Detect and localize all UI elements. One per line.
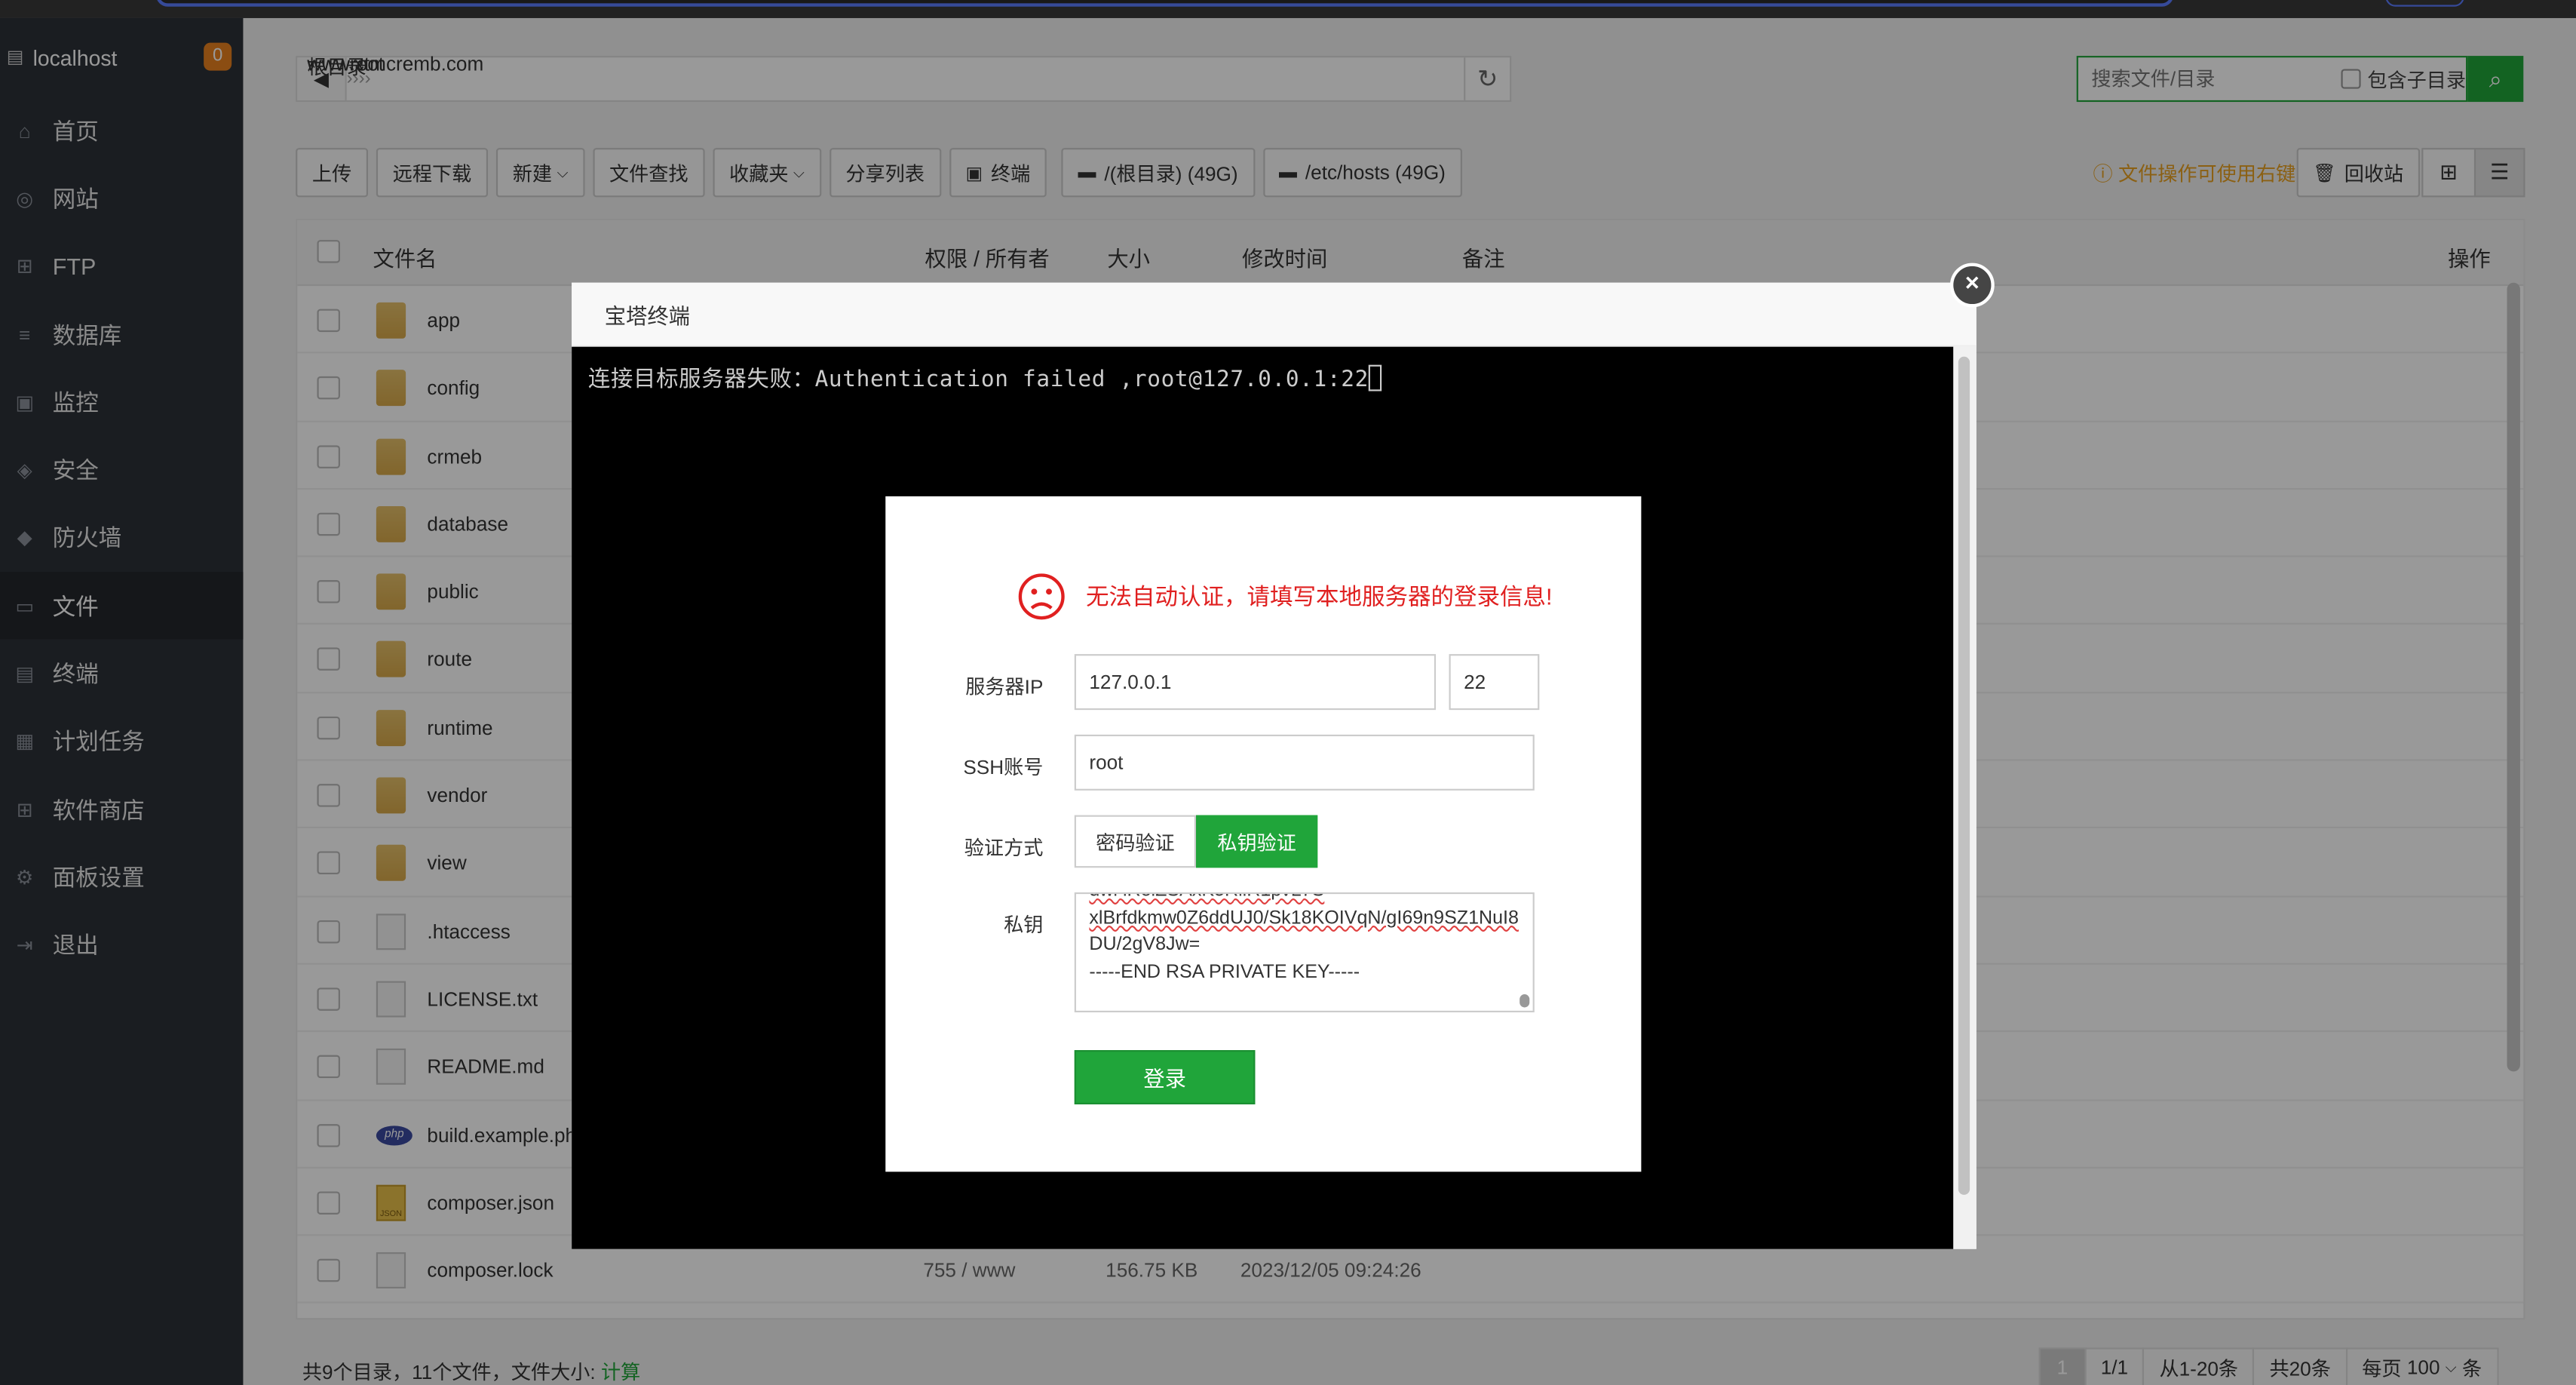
key-line: -----END RSA PRIVATE KEY-----: [1089, 962, 1360, 982]
key-line: DU/2gV8Jw=: [1089, 935, 1201, 955]
auth-error-message: 无法自动认证，请填写本地服务器的登录信息!: [1017, 572, 1553, 621]
server-ip-input[interactable]: 127.0.0.1: [1074, 654, 1437, 711]
close-icon[interactable]: ×: [1949, 263, 1995, 308]
terminal-title: 宝塔终端: [572, 282, 1976, 347]
private-key-textarea[interactable]: dwi iRelZSAxK5RliR1pvL7S xlBrfdkmw0Z6ddU…: [1074, 892, 1535, 1012]
port-input[interactable]: 22: [1449, 654, 1540, 711]
login-dialog: 无法自动认证，请填写本地服务器的登录信息! 服务器IP 127.0.0.1 22…: [885, 496, 1642, 1172]
private-key-label: 私钥: [1004, 914, 1044, 937]
key-line: xlBrfdkmw0Z6ddUJ0/Sk18KOIVqN/gI69n9SZ1Nu…: [1089, 907, 1519, 928]
textarea-scrollbar[interactable]: [1515, 894, 1533, 1011]
key-line: dwi iRelZSAxK5RliR1pvL7S: [1089, 894, 1520, 904]
server-ip-label: 服务器IP: [965, 675, 1044, 699]
terminal-cursor: [1368, 364, 1382, 392]
auth-error-text: 无法自动认证，请填写本地服务器的登录信息!: [1086, 583, 1553, 610]
auth-method-label: 验证方式: [964, 836, 1044, 860]
terminal-scrollbar[interactable]: [1953, 346, 1976, 1249]
auth-method-toggle: 密码验证 私钥验证: [1074, 815, 1318, 868]
ssh-account-input[interactable]: root: [1074, 734, 1535, 791]
login-button[interactable]: 登录: [1074, 1050, 1256, 1104]
app-root: ▤ localhost 0 ⌂ 首页 ◎ 网站 ⊞ FTP ≡ 数据库 ▣ 监控 ◈ 安全 …: [0, 0, 2576, 1385]
terminal-output-text: 连接目标服务器失败：Authentication failed ,root@12…: [587, 366, 1369, 393]
key-auth-button[interactable]: 私钥验证: [1196, 815, 1318, 868]
password-auth-button[interactable]: 密码验证: [1074, 815, 1197, 868]
sad-face-icon: [1017, 572, 1066, 621]
ssh-account-label: SSH账号: [963, 756, 1044, 779]
